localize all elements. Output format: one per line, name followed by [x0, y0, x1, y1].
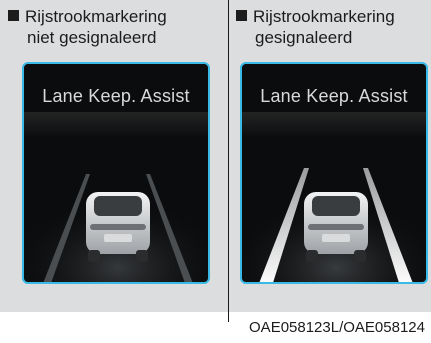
right-caption-line1: Rijstrookmarkering: [253, 7, 395, 26]
right-caption-line2: gesignaleerd: [255, 28, 353, 47]
lane-scene: [242, 164, 426, 282]
figure-code: OAE058123L/OAE058124: [249, 319, 425, 336]
cluster-display-not-detected: Lane Keep. Assist: [22, 62, 210, 284]
left-caption: Rijstrookmarkering niet gesignaleerd: [8, 6, 222, 48]
column-divider: [228, 0, 229, 322]
cluster-display-detected: Lane Keep. Assist: [240, 62, 428, 284]
bullet-square-icon: [236, 10, 247, 21]
left-caption-line1: Rijstrookmarkering: [25, 7, 167, 26]
left-caption-line2: niet gesignaleerd: [27, 28, 157, 47]
lane-scene: [24, 164, 208, 282]
car-rear-icon: [304, 192, 368, 262]
car-rear-icon: [86, 192, 150, 262]
bullet-square-icon: [8, 10, 19, 21]
right-caption: Rijstrookmarkering gesignaleerd: [236, 6, 426, 48]
